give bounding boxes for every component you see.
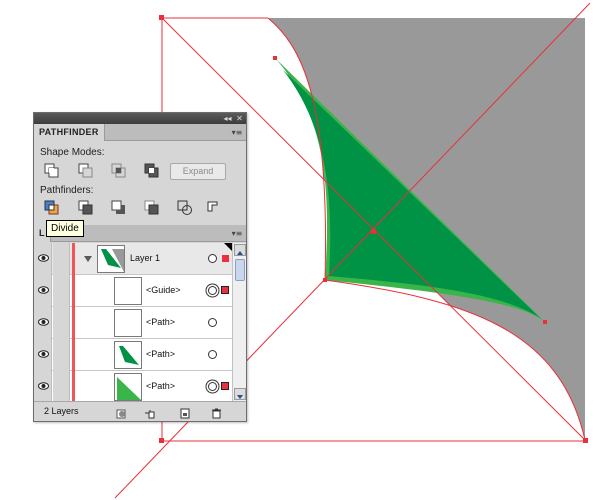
merge-icon[interactable] <box>111 200 127 216</box>
eye-icon <box>38 350 49 358</box>
crop-icon[interactable] <box>144 200 160 216</box>
eye-icon <box>38 286 49 294</box>
trim-icon[interactable] <box>78 200 94 216</box>
arrow-up-icon <box>237 251 243 255</box>
layers-menu-icon[interactable]: ▾≡ <box>231 229 243 238</box>
layer-color-bar <box>72 243 75 275</box>
pathfinder-layers-panel: ◂◂ ✕ PATHFINDER ▾≡ Shape Modes: Expand P… <box>33 112 247 422</box>
target-icon[interactable] <box>208 286 217 295</box>
divide-tooltip: Divide <box>46 220 84 237</box>
scroll-thumb[interactable] <box>235 259 245 281</box>
divide-icon[interactable] <box>44 200 60 216</box>
pathfinder-tabrow: PATHFINDER ▾≡ <box>34 124 246 141</box>
tab-pathfinder[interactable]: PATHFINDER <box>34 124 105 141</box>
layers-list[interactable]: Layer 1 <Guide> <Path> <Path> <Path> <box>34 243 232 401</box>
pathfinders-label: Pathfinders: <box>40 185 94 196</box>
panel-titlebar[interactable]: ◂◂ ✕ <box>34 113 246 124</box>
visibility-toggle[interactable] <box>34 371 52 401</box>
create-sublayer-icon[interactable] <box>144 406 155 419</box>
collapse-panel-icon[interactable]: ◂◂ <box>222 113 233 124</box>
layer-thumbnail <box>97 245 125 273</box>
exclude-icon[interactable] <box>144 163 160 179</box>
visibility-toggle[interactable] <box>34 307 52 339</box>
lock-toggle[interactable] <box>53 339 70 371</box>
item-name[interactable]: <Path> <box>146 349 175 359</box>
expand-button[interactable]: Expand <box>170 163 226 180</box>
layers-footer: 2 Layers <box>34 401 246 421</box>
layer-row[interactable]: <Guide> <box>34 275 232 307</box>
layer-color-bar <box>72 307 75 339</box>
layer-row[interactable]: <Path> <box>34 371 232 401</box>
layer-row[interactable]: Layer 1 <box>34 243 232 275</box>
item-name[interactable]: <Guide> <box>146 285 181 295</box>
guide-thumbnail <box>114 277 142 305</box>
pathfinder-menu-icon[interactable]: ▾≡ <box>231 128 243 137</box>
layers-scrollbar[interactable] <box>232 243 246 401</box>
close-panel-icon[interactable]: ✕ <box>234 113 245 124</box>
visibility-toggle[interactable] <box>34 339 52 371</box>
eye-icon <box>38 254 49 262</box>
layer-color-bar <box>72 275 75 307</box>
lock-toggle[interactable] <box>53 371 70 401</box>
delete-layer-icon[interactable] <box>211 406 222 419</box>
layer-row[interactable]: <Path> <box>34 339 232 371</box>
shape-modes-label: Shape Modes: <box>40 147 105 158</box>
layer-color-bar <box>72 371 75 401</box>
lock-toggle[interactable] <box>53 307 70 339</box>
selection-indicator[interactable] <box>221 286 229 294</box>
target-icon[interactable] <box>208 350 217 359</box>
layer-color-bar <box>72 339 75 371</box>
minus-front-icon[interactable] <box>78 163 94 179</box>
disclosure-triangle-icon[interactable] <box>84 256 92 262</box>
outline-icon[interactable] <box>177 200 193 216</box>
path-thumbnail <box>114 309 142 337</box>
eye-icon <box>38 382 49 390</box>
layer-row[interactable]: <Path> <box>34 307 232 339</box>
current-layer-indicator <box>224 243 232 251</box>
target-icon[interactable] <box>208 382 217 391</box>
item-name[interactable]: <Path> <box>146 381 175 391</box>
minus-back-icon[interactable] <box>206 200 222 216</box>
scroll-up-button[interactable] <box>234 244 246 256</box>
scroll-down-button[interactable] <box>234 388 246 400</box>
target-icon[interactable] <box>208 318 217 327</box>
layer-count: 2 Layers <box>44 406 79 416</box>
eye-icon <box>38 318 49 326</box>
lock-toggle[interactable] <box>53 275 70 307</box>
lock-toggle[interactable] <box>53 243 70 275</box>
visibility-toggle[interactable] <box>34 243 52 275</box>
layer-name[interactable]: Layer 1 <box>130 253 160 263</box>
selection-indicator[interactable] <box>222 255 229 262</box>
unite-icon[interactable] <box>44 163 60 179</box>
target-icon[interactable] <box>208 254 217 263</box>
path-thumbnail <box>114 373 142 401</box>
visibility-toggle[interactable] <box>34 275 52 307</box>
make-clipping-mask-icon[interactable] <box>116 406 127 419</box>
item-name[interactable]: <Path> <box>146 317 175 327</box>
path-thumbnail <box>114 341 142 369</box>
new-layer-icon[interactable] <box>180 406 191 419</box>
selection-indicator[interactable] <box>221 382 229 390</box>
intersect-icon[interactable] <box>111 163 127 179</box>
